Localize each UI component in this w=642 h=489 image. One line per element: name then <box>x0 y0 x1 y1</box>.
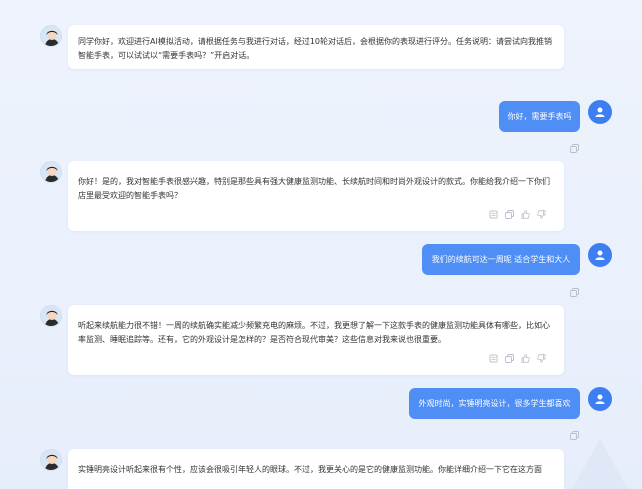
message-text: 实锤明亮设计听起来很有个性，应该会很吸引年轻人的眼球。不过，我更关心的是它的健康… <box>78 465 542 474</box>
message-text: 同学你好，欢迎进行AI模拟活动，请根据任务与我进行对话，经过10轮对话后，会根据… <box>78 37 553 60</box>
ai-message: 同学你好，欢迎进行AI模拟活动，请根据任务与我进行对话，经过10轮对话后，会根据… <box>68 25 564 69</box>
copy-icon[interactable] <box>570 282 579 297</box>
thumbs-up-icon[interactable] <box>521 354 530 363</box>
user-icon <box>595 107 605 117</box>
copy-icon[interactable] <box>505 210 514 219</box>
decorative-shape <box>572 439 628 489</box>
copy-icon[interactable] <box>505 354 514 363</box>
user-icon <box>595 394 605 404</box>
ai-message: 听起来续航能力很不错！一周的续航确实能减少频繁充电的麻烦。不过，我更想了解一下这… <box>68 305 564 375</box>
thumbs-up-icon[interactable] <box>521 210 530 219</box>
user-avatar <box>588 100 612 124</box>
ai-message: 你好！是的，我对智能手表很感兴趣，特别是那些具有强大健康监测功能、长续航时间和时… <box>68 161 564 231</box>
message-text: 我们的续航可达一周呢 适合学生和大人 <box>431 254 571 264</box>
message-text: 你好，需要手表吗 <box>507 111 572 121</box>
ai-avatar <box>40 449 62 471</box>
user-avatar <box>588 243 612 267</box>
message-actions <box>489 210 546 219</box>
copy-icon[interactable] <box>570 425 579 440</box>
refresh-icon[interactable] <box>489 210 498 219</box>
ai-message: 实锤明亮设计听起来很有个性，应该会很吸引年轻人的眼球。不过，我更关心的是它的健康… <box>68 449 564 489</box>
user-message: 外观时尚，实锤明亮设计，很多学生都喜欢 <box>409 388 580 419</box>
message-text: 听起来续航能力很不错！一周的续航确实能减少频繁充电的麻烦。不过，我更想了解一下这… <box>78 321 550 344</box>
copy-icon[interactable] <box>570 138 579 153</box>
user-icon <box>595 250 605 260</box>
ai-avatar <box>40 161 62 183</box>
user-message: 你好，需要手表吗 <box>499 101 580 132</box>
chat-area: 同学你好，欢迎进行AI模拟活动，请根据任务与我进行对话，经过10轮对话后，会根据… <box>0 0 642 489</box>
ai-avatar <box>40 305 62 327</box>
thumbs-down-icon[interactable] <box>537 354 546 363</box>
user-avatar <box>588 387 612 411</box>
message-actions <box>489 354 546 363</box>
message-text: 外观时尚，实锤明亮设计，很多学生都喜欢 <box>418 398 571 408</box>
user-message: 我们的续航可达一周呢 适合学生和大人 <box>422 244 580 275</box>
thumbs-down-icon[interactable] <box>537 210 546 219</box>
message-text: 你好！是的，我对智能手表很感兴趣，特别是那些具有强大健康监测功能、长续航时间和时… <box>78 177 550 200</box>
ai-avatar <box>40 25 62 47</box>
refresh-icon[interactable] <box>489 354 498 363</box>
